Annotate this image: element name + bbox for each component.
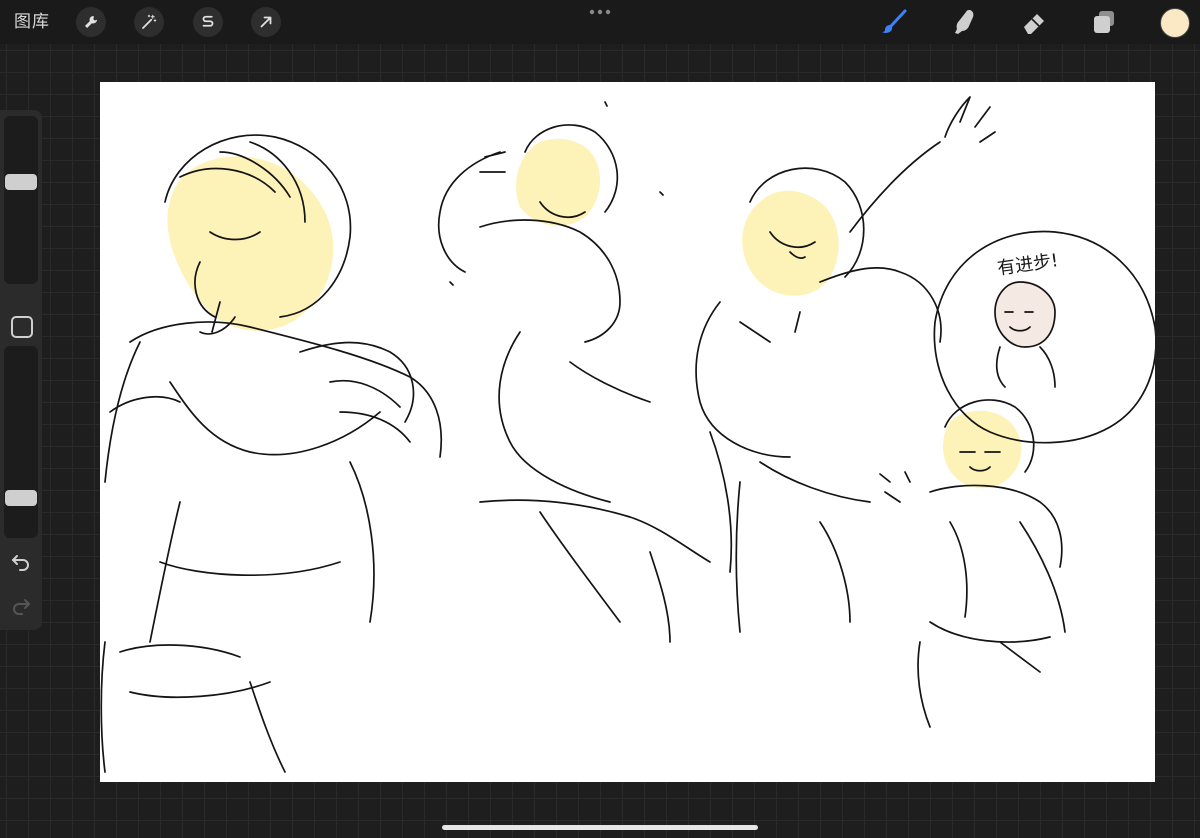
smudge-tool-button[interactable] xyxy=(948,6,980,38)
more-dots-icon[interactable] xyxy=(588,6,612,18)
selection-s-icon xyxy=(202,15,214,27)
color-picker-button[interactable] xyxy=(1160,8,1190,38)
drawing-canvas[interactable]: 有进步! xyxy=(100,82,1155,782)
sketch-artwork: 有进步! xyxy=(100,96,1155,773)
brush-size-slider[interactable] xyxy=(4,116,38,284)
selection-button[interactable] xyxy=(193,7,223,37)
adjustments-button[interactable] xyxy=(134,7,164,37)
gallery-button[interactable]: 图库 xyxy=(14,10,50,34)
brush-size-thumb[interactable] xyxy=(5,173,37,190)
actions-button[interactable] xyxy=(76,7,106,37)
sidebar xyxy=(0,110,42,630)
annotation-text: 有进步! xyxy=(996,250,1060,279)
arrow-cursor-icon xyxy=(260,16,272,28)
layers-button[interactable] xyxy=(1088,6,1120,38)
smudge-finger-icon xyxy=(955,10,974,34)
wrench-icon xyxy=(85,16,97,28)
top-toolbar: 图库 xyxy=(0,0,1200,44)
eraser-icon xyxy=(1024,14,1044,34)
opacity-slider[interactable] xyxy=(4,346,38,538)
opacity-thumb[interactable] xyxy=(5,490,37,507)
modify-button[interactable] xyxy=(11,316,33,338)
eraser-tool-button[interactable] xyxy=(1018,6,1050,38)
brush-tool-button[interactable] xyxy=(878,6,910,38)
layers-icon xyxy=(1094,11,1114,33)
figure-2-sketch xyxy=(437,101,711,643)
magic-wand-icon xyxy=(142,14,157,29)
home-indicator[interactable] xyxy=(442,825,758,830)
brush-icon xyxy=(882,9,907,33)
transform-button[interactable] xyxy=(251,7,281,37)
undo-icon[interactable] xyxy=(9,550,33,574)
redo-icon[interactable] xyxy=(9,594,33,618)
figure-3-sketch xyxy=(695,96,996,633)
figure-4-sketch xyxy=(879,399,1066,728)
figure-1-sketch xyxy=(100,134,443,773)
